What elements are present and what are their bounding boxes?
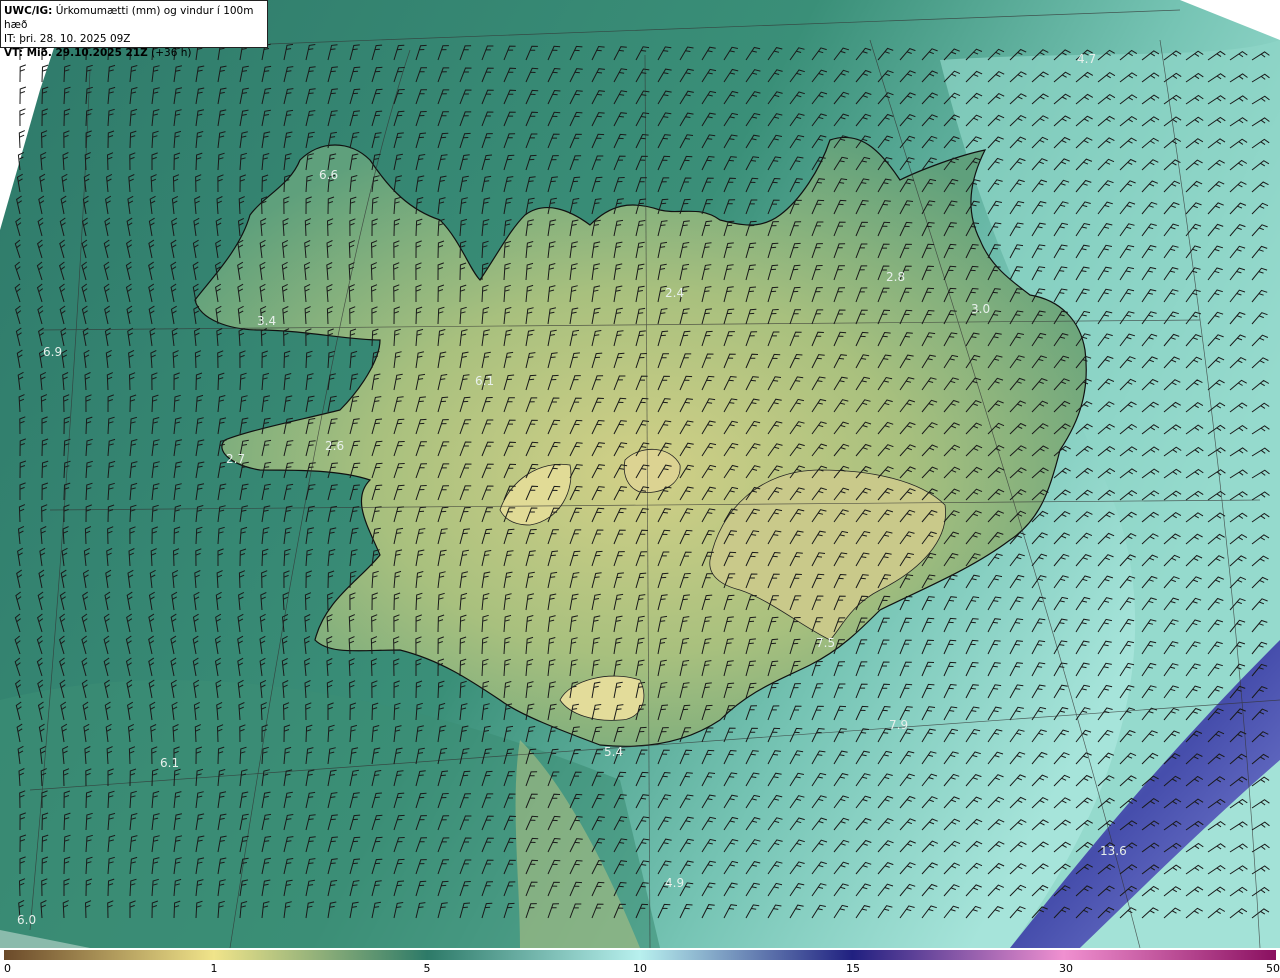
precipitation-wind-map: 4.7 6.6 2.4 2.8 3.0 3.4 6.9 6.1 2.6 2.7 … (0, 0, 1280, 948)
label-6-0: 6.0 (17, 913, 36, 927)
colorbar-tick-50: 50 (1266, 962, 1280, 975)
model-name: UWC/IG: (4, 5, 53, 17)
info-line-title: UWC/IG: Úrkomumætti (mm) og vindur í 100… (4, 4, 264, 32)
label-3-4: 3.4 (257, 314, 276, 328)
colorbar-strip (4, 950, 1276, 960)
label-13-6: 13.6 (1100, 844, 1127, 858)
label-6-1-north: 6.1 (475, 374, 494, 388)
valid-time: VT: Mið. 29.10.2025 21Z (4, 47, 148, 59)
colorbar-tick-30: 30 (1059, 962, 1073, 975)
label-4-9: 4.9 (665, 876, 684, 890)
label-5-4: 5.4 (604, 745, 623, 759)
info-line-initial-time: IT: þri. 28. 10. 2025 09Z (4, 33, 131, 45)
colorbar-tick-5: 5 (423, 962, 431, 975)
colorbar-tick-1: 1 (210, 962, 218, 975)
map-info-box: UWC/IG: Úrkomumætti (mm) og vindur í 100… (0, 0, 268, 59)
colorbar-tick-10: 10 (633, 962, 647, 975)
label-2-8: 2.8 (886, 270, 905, 284)
label-6-9: 6.9 (43, 345, 62, 359)
label-4-7: 4.7 (1077, 52, 1096, 66)
label-2-4: 2.4 (665, 286, 684, 300)
label-6-1-south: 6.1 (160, 756, 179, 770)
colorbar-tick-0: 0 (4, 962, 11, 975)
label-2-6: 2.6 (325, 439, 344, 453)
lead-time: (+36 h) (151, 47, 192, 59)
label-3-0: 3.0 (971, 302, 990, 316)
label-6-6: 6.6 (319, 168, 338, 182)
label-7-5: 7.5 (816, 636, 835, 650)
colorbar: 0 1 5 10 15 30 50 (0, 948, 1280, 978)
label-2-7: 2.7 (226, 452, 245, 466)
info-line-valid-time: VT: Mið. 29.10.2025 21Z (+36 h) (4, 46, 264, 60)
label-7-9: 7.9 (889, 718, 908, 732)
colorbar-tick-15: 15 (846, 962, 860, 975)
